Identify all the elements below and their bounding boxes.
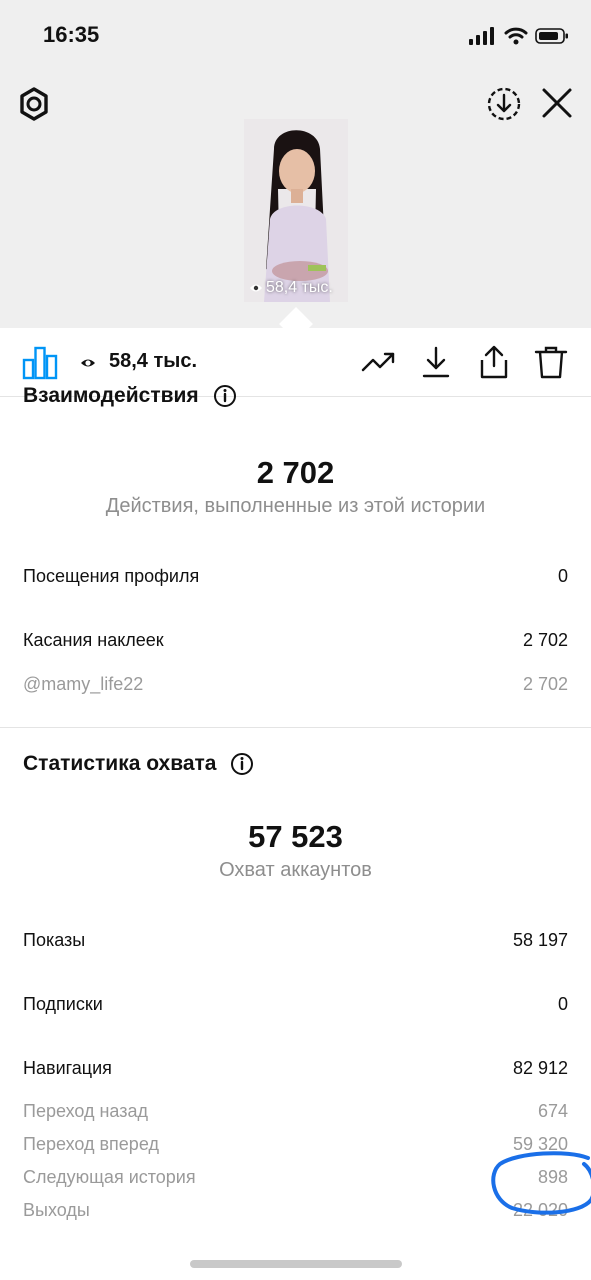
section-divider: [0, 727, 591, 728]
reach-total: 57 523: [248, 819, 343, 854]
stat-label: Переход назад: [23, 1101, 149, 1121]
stat-label: Касания наклеек: [23, 630, 164, 650]
reach-total-label: Охват аккаунтов: [219, 859, 372, 881]
download-icon[interactable]: [418, 344, 454, 380]
stat-label: Посещения профиля: [23, 566, 200, 586]
stat-row-sub: Выходы 22 020: [23, 1200, 568, 1221]
stat-value: 898: [537, 1167, 568, 1187]
stat-label: Подписки: [23, 994, 103, 1014]
close-icon[interactable]: [540, 86, 574, 120]
stat-value: 0: [557, 994, 568, 1014]
stat-row: Навигация 82 912: [23, 1058, 568, 1079]
info-icon[interactable]: [230, 752, 254, 776]
signal-bars-icon: [469, 27, 494, 45]
stat-row: Подписки 0: [23, 994, 568, 1015]
stat-value: 59 320: [512, 1134, 568, 1154]
wifi-icon: [504, 27, 528, 45]
toolbar-views: 58,4 тыс.: [109, 350, 198, 372]
stat-row: Посещения профиля 0: [23, 566, 568, 587]
stat-value: 2 702: [522, 674, 568, 694]
stat-label: Выходы: [23, 1200, 90, 1220]
home-indicator[interactable]: [190, 1260, 402, 1268]
story-thumbnail-image: [244, 119, 348, 302]
stat-value: 2 702: [522, 630, 568, 650]
stat-row-sub[interactable]: @mamy_life22 2 702: [23, 674, 568, 695]
bar-chart-icon[interactable]: [22, 344, 58, 380]
stat-value: 82 912: [512, 1058, 568, 1078]
eye-icon: [81, 359, 95, 367]
stat-row-sub: Следующая история 898: [23, 1167, 568, 1188]
story-thumbnail-views: 58,4 тыс.: [249, 279, 333, 297]
status-bar-icons: [469, 24, 569, 48]
stat-row-sub: Переход назад 674: [23, 1101, 568, 1122]
reach-title-text: Статистика охвата: [23, 752, 217, 775]
stat-row: Касания наклеек 2 702: [23, 630, 568, 651]
status-time: 16:35: [43, 22, 100, 47]
reach-title: Статистика охвата: [23, 752, 254, 776]
interactions-total: 2 702: [256, 455, 335, 490]
info-icon[interactable]: [213, 384, 237, 408]
stat-row: Показы 58 197: [23, 930, 568, 951]
stat-label: @mamy_life22: [23, 674, 144, 694]
story-thumbnail[interactable]: 58,4 тыс.: [244, 119, 348, 302]
stat-value: 58 197: [512, 930, 568, 950]
stat-value: 0: [557, 566, 568, 586]
stat-value: 674: [537, 1101, 568, 1121]
interactions-title-text: Взаимодействия: [23, 384, 199, 407]
share-icon[interactable]: [476, 344, 512, 380]
story-views-short: 58,4 тыс.: [266, 279, 333, 296]
eye-icon: [250, 284, 262, 292]
stat-label: Переход вперед: [23, 1134, 159, 1154]
interactions-title: Взаимодействия: [23, 384, 237, 408]
settings-gear-icon[interactable]: [16, 86, 52, 122]
interactions-total-label: Действия, выполненные из этой истории: [105, 495, 486, 517]
stat-row-sub: Переход вперед 59 320: [23, 1134, 568, 1155]
trash-icon[interactable]: [533, 344, 569, 380]
story-preview-header: 16:35 58,4 тыс.: [0, 0, 591, 328]
trending-up-icon[interactable]: [361, 344, 397, 380]
download-circle-icon[interactable]: [486, 86, 522, 122]
battery-icon: [535, 28, 568, 44]
stat-label: Показы: [23, 930, 86, 950]
stat-label: Следующая история: [23, 1167, 196, 1187]
stat-label: Навигация: [23, 1058, 112, 1078]
stat-value: 22 020: [512, 1200, 568, 1220]
